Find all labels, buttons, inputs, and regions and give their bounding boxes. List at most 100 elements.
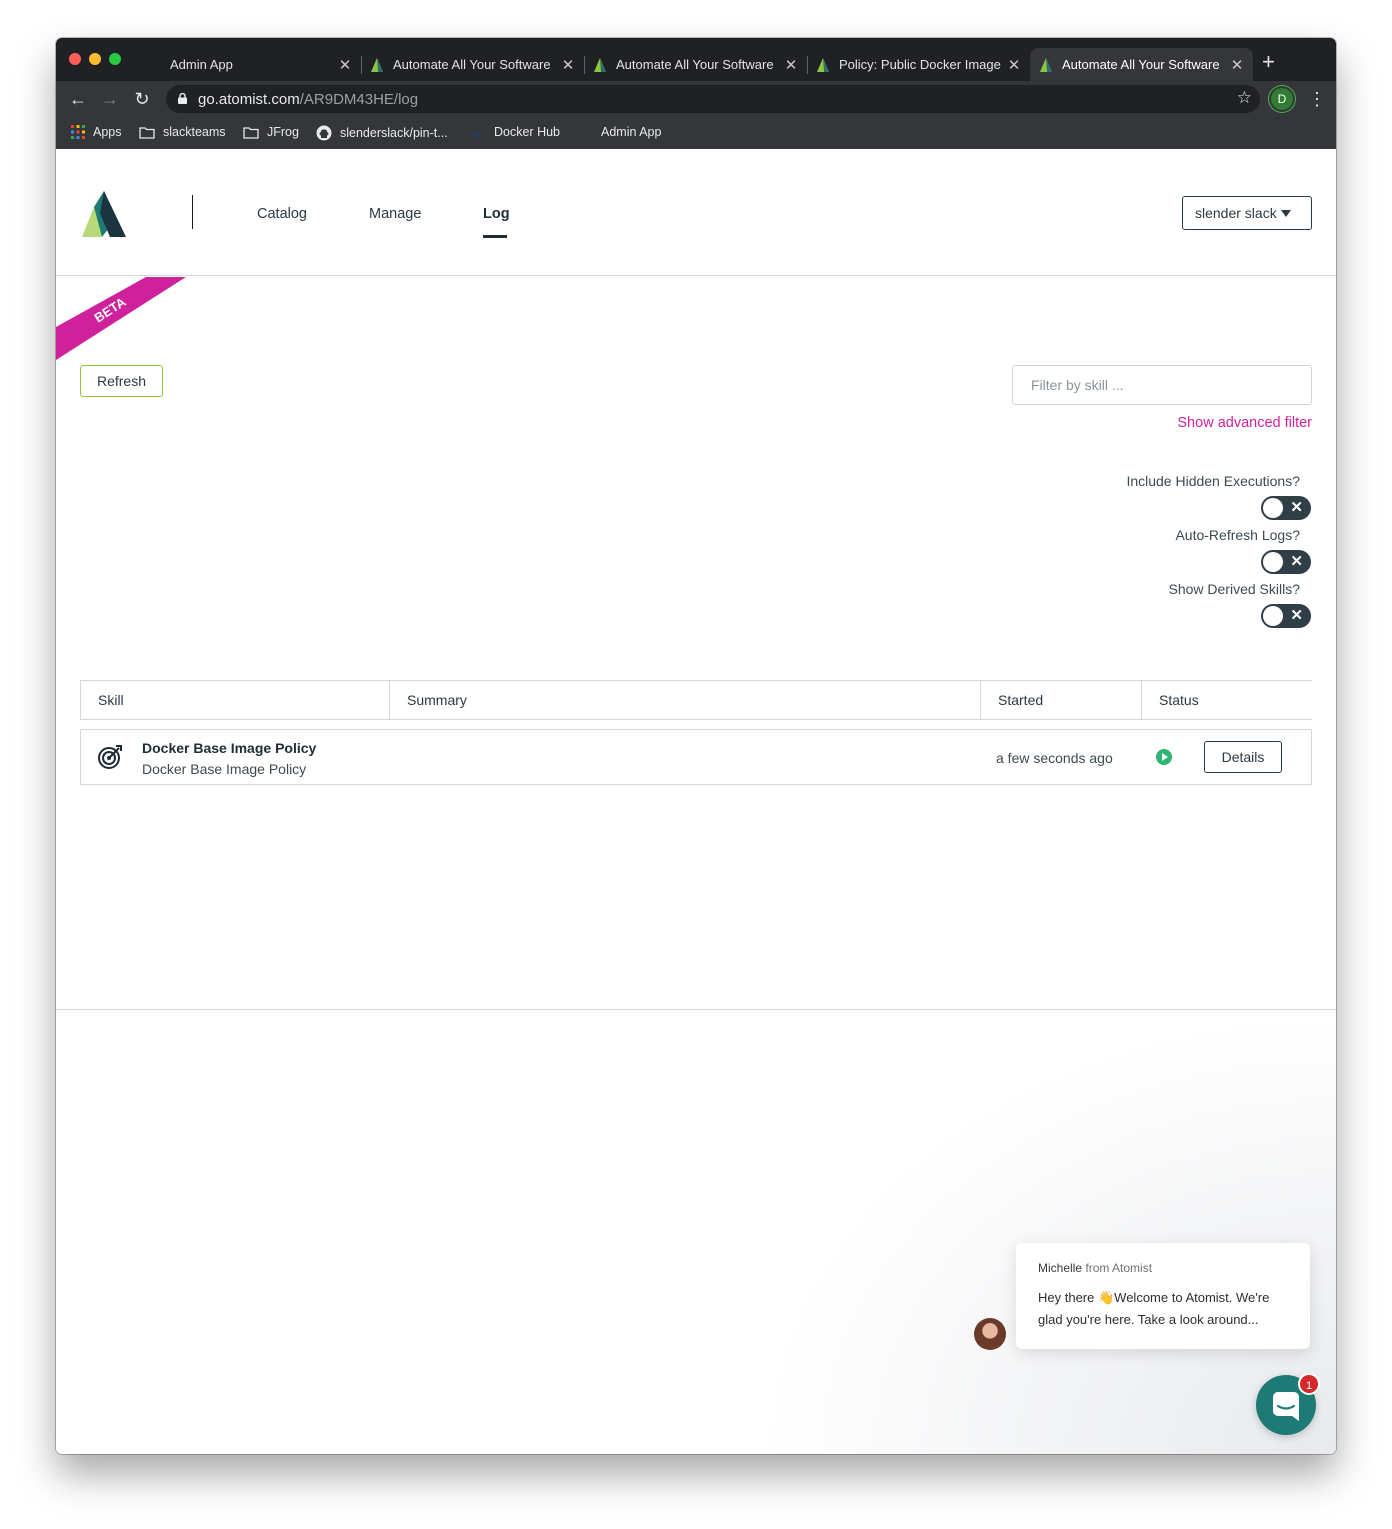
close-tab-icon[interactable]: ✕ (1004, 56, 1024, 74)
browser-tab-policy[interactable]: Policy: Public Docker Image ✕ (807, 48, 1030, 81)
sender-name: Michelle (1038, 1261, 1083, 1275)
url-path: /AR9DM43HE/log (299, 91, 419, 108)
forward-arrow-icon[interactable]: → (99, 88, 121, 110)
workspace-name: slender slack (1195, 205, 1277, 221)
active-nav-indicator (483, 235, 507, 238)
bookmarks-bar: Apps slackteams JFrog slenderslack/pin-t… (56, 117, 1336, 149)
started-time: a few seconds ago (996, 750, 1113, 766)
more-menu-icon[interactable]: ⋮ (1308, 88, 1326, 110)
tab-title: Admin App (170, 57, 233, 72)
back-arrow-icon[interactable]: ← (67, 88, 89, 110)
beta-ribbon: BETA (56, 277, 186, 360)
minimize-window-button[interactable] (89, 53, 101, 65)
column-header-started: Started (980, 681, 1141, 719)
toggle-knob (1263, 498, 1283, 518)
hidden-executions-toggle[interactable]: ✕ (1261, 496, 1311, 520)
tab-title: Automate All Your Software (616, 57, 774, 72)
bookmark-star-icon[interactable]: ☆ (1237, 88, 1252, 108)
show-advanced-filter-link[interactable]: Show advanced filter (1177, 415, 1312, 431)
caret-down-icon (1281, 210, 1291, 217)
details-button[interactable]: Details (1204, 741, 1282, 773)
bookmark-docker-hub[interactable]: Docker Hub (470, 125, 560, 139)
bookmark-admin-app[interactable]: Admin App (577, 125, 661, 139)
bookmark-label: Admin App (601, 125, 662, 139)
profile-avatar[interactable]: D (1271, 88, 1293, 110)
workspace-dropdown[interactable]: slender slack (1182, 196, 1312, 230)
bookmark-jfrog[interactable]: JFrog (243, 125, 299, 139)
browser-tab-automate-1[interactable]: Automate All Your Software ✕ (361, 48, 585, 81)
new-tab-plus-icon[interactable]: + (1262, 51, 1275, 73)
close-tab-icon[interactable]: ✕ (558, 56, 578, 74)
close-tab-icon[interactable]: ✕ (1227, 56, 1247, 74)
toggle-knob (1263, 552, 1283, 572)
bookmark-apps[interactable]: Apps (71, 125, 122, 139)
header-divider (192, 195, 193, 229)
bookmark-label: slenderslack/pin-t... (340, 126, 448, 140)
app-header: Catalog Manage Log slender slack (56, 149, 1336, 276)
toggle-label-hidden-executions: Include Hidden Executions? (1126, 473, 1300, 489)
atomist-logo-icon[interactable] (80, 189, 128, 239)
table-header: Skill Summary Started Status (80, 680, 1312, 720)
skill-filter-input[interactable] (1012, 365, 1312, 405)
tab-title: Automate All Your Software (393, 57, 551, 72)
chat-sender: Michelle from Atomist (1038, 1261, 1152, 1275)
bookmark-slackteams[interactable]: slackteams (139, 125, 226, 139)
x-icon: ✕ (1290, 607, 1303, 624)
close-window-button[interactable] (69, 53, 81, 65)
browser-tab-automate-2[interactable]: Automate All Your Software ✕ (584, 48, 808, 81)
browser-toolbar: ← → ↻ go.atomist.com/AR9DM43HE/log ☆ D ⋮ (56, 81, 1336, 117)
lock-icon (178, 93, 187, 104)
url-text: go.atomist.com/AR9DM43HE/log (198, 91, 418, 108)
derived-skills-toggle[interactable]: ✕ (1261, 604, 1311, 628)
github-icon (316, 125, 332, 141)
skill-subtitle: Docker Base Image Policy (142, 761, 307, 777)
close-tab-icon[interactable]: ✕ (335, 56, 355, 74)
running-status-icon (1156, 749, 1172, 765)
background-gradient (756, 1010, 1336, 1454)
folder-icon (139, 126, 155, 139)
tab-strip: Admin App ✕ Automate All Your Software ✕… (56, 38, 1336, 81)
chat-preview-card[interactable]: Michelle from Atomist Hey there 👋Welcome… (1016, 1243, 1310, 1349)
atomist-favicon-icon (371, 57, 383, 72)
unread-count-badge: 1 (1298, 1373, 1320, 1395)
folder-icon (243, 126, 259, 139)
column-header-summary: Summary (389, 681, 980, 719)
nav-manage[interactable]: Manage (369, 206, 421, 222)
refresh-button[interactable]: Refresh (80, 365, 163, 397)
page-content: Catalog Manage Log slender slack BETA Re… (56, 149, 1336, 1454)
bookmark-label: Docker Hub (494, 125, 560, 139)
chat-agent-avatar[interactable] (974, 1318, 1006, 1350)
browser-window: Admin App ✕ Automate All Your Software ✕… (56, 38, 1336, 1454)
atomist-favicon-icon (594, 57, 606, 72)
atomist-favicon-icon (1040, 57, 1052, 72)
toggle-knob (1263, 606, 1283, 626)
nav-catalog[interactable]: Catalog (257, 206, 307, 222)
address-bar[interactable]: go.atomist.com/AR9DM43HE/log ☆ (166, 85, 1260, 113)
column-header-status: Status (1141, 681, 1312, 719)
bookmark-label: Apps (93, 125, 122, 139)
url-host: go.atomist.com (198, 91, 300, 108)
target-icon (98, 745, 122, 769)
auto-refresh-toggle[interactable]: ✕ (1261, 550, 1311, 574)
toggle-label-auto-refresh: Auto-Refresh Logs? (1175, 527, 1300, 543)
browser-tab-automate-active[interactable]: Automate All Your Software ✕ (1030, 48, 1253, 81)
skill-title[interactable]: Docker Base Image Policy (142, 740, 316, 756)
bookmark-label: JFrog (267, 125, 299, 139)
browser-tab-admin[interactable]: Admin App ✕ (138, 48, 362, 81)
tab-title: Automate All Your Software (1062, 57, 1220, 72)
blank-favicon-icon (146, 57, 162, 73)
toggle-label-derived-skills: Show Derived Skills? (1168, 581, 1301, 597)
bookmark-slenderslack[interactable]: slenderslack/pin-t... (316, 125, 448, 141)
x-icon: ✕ (1290, 499, 1303, 516)
column-header-skill: Skill (98, 692, 124, 708)
x-icon: ✕ (1290, 553, 1303, 570)
apps-grid-icon (71, 125, 85, 139)
reload-icon[interactable]: ↻ (131, 88, 153, 110)
close-tab-icon[interactable]: ✕ (781, 56, 801, 74)
chat-message: Hey there 👋Welcome to Atomist. We're gla… (1038, 1290, 1270, 1327)
nav-log[interactable]: Log (483, 206, 510, 222)
sender-suffix: from Atomist (1085, 1261, 1153, 1275)
table-row[interactable]: Docker Base Image Policy Docker Base Ima… (80, 729, 1312, 785)
maximize-window-button[interactable] (109, 53, 121, 65)
bookmark-label: slackteams (163, 125, 226, 139)
